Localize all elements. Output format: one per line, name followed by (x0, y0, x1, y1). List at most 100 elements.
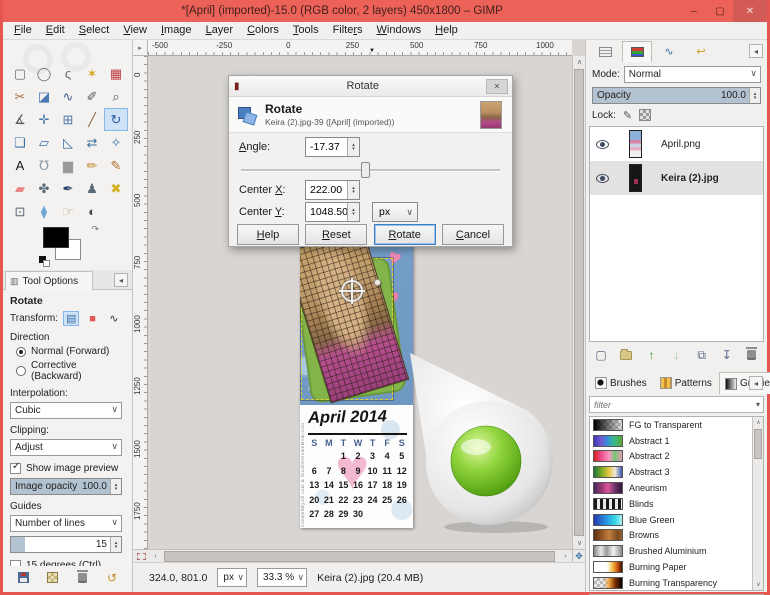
cage-transform-tool[interactable]: ✧ (104, 131, 128, 154)
channels-tab[interactable] (590, 41, 620, 62)
ruler-corner-button[interactable]: ▸ (133, 40, 148, 56)
save-tool-preset-button[interactable] (13, 569, 33, 586)
gradient-row[interactable]: Abstract 2 (590, 449, 763, 465)
spinner[interactable] (749, 88, 760, 103)
gradient-row[interactable]: Abstract 1 (590, 433, 763, 449)
gradient-row[interactable]: FG to Transparent (590, 417, 763, 433)
angle-slider[interactable] (241, 162, 500, 178)
rotation-center-crosshair[interactable] (339, 278, 365, 304)
eraser-tool[interactable]: ▰ (8, 177, 32, 200)
transform-selection-icon[interactable]: ■ (84, 311, 100, 326)
tool-options-tab[interactable]: ▥ Tool Options (5, 271, 93, 290)
measure-tool[interactable]: ∡ (8, 108, 32, 131)
show-preview-checkbox[interactable]: Show image preview (10, 461, 122, 474)
raise-layer-button[interactable]: ↑ (641, 347, 661, 364)
close-button[interactable]: ✕ (733, 0, 767, 22)
pencil-tool[interactable]: ✏ (80, 154, 104, 177)
swap-colors-icon[interactable]: ↷ (91, 224, 99, 235)
gradient-row[interactable]: Brushed Aluminium (590, 543, 763, 559)
rotate-button[interactable]: Rotate (373, 224, 436, 245)
gradient-row[interactable]: Browns (590, 528, 763, 544)
center-x-input[interactable]: 222.00 (305, 180, 360, 200)
spinner[interactable] (347, 138, 359, 156)
select-by-color-tool[interactable]: ▦ (104, 62, 128, 85)
dock-collapse-button[interactable]: ◂ (749, 44, 763, 58)
direction-corrective-radio[interactable]: Corrective (Backward) (16, 360, 122, 382)
spinner[interactable] (347, 181, 359, 199)
ink-tool[interactable]: ✒ (56, 177, 80, 200)
lock-pixels-icon[interactable]: ✎ (623, 109, 632, 122)
duplicate-layer-button[interactable]: ⧉ (692, 347, 712, 364)
menu-file[interactable]: File (7, 22, 39, 39)
menu-help[interactable]: Help (428, 22, 465, 39)
April.png[interactable]: April.png (590, 127, 763, 161)
zoom-tool[interactable]: ⌕ (104, 85, 128, 108)
layer-name[interactable]: Keira (2).jpg (661, 173, 719, 184)
blur-sharpen-tool[interactable]: ⧫ (32, 200, 56, 223)
vertical-scrollbar[interactable]: ∧ ∨ (572, 56, 585, 549)
paths-tool[interactable]: ∿ (56, 85, 80, 108)
layers-tab[interactable] (622, 41, 652, 62)
gradient-row[interactable]: Abstract 3 (590, 464, 763, 480)
image-opacity-slider[interactable]: Image opacity 100.0 (10, 478, 122, 495)
menu-edit[interactable]: Edit (39, 22, 72, 39)
minimize-button[interactable]: – (681, 0, 707, 22)
scroll-right-icon[interactable]: › (559, 553, 572, 560)
delete-tool-preset-button[interactable] (72, 569, 92, 586)
reset-tool-preset-button[interactable]: ↺ (102, 569, 122, 586)
gradient-filter-input[interactable] (590, 399, 756, 410)
interpolation-select[interactable]: Cubic (10, 402, 122, 419)
dialog-close-icon[interactable]: ✕ (486, 78, 508, 94)
direction-normal-radio[interactable]: Normal (Forward) (16, 346, 122, 357)
new-group-button[interactable] (616, 347, 636, 364)
unit-select[interactable]: px (217, 568, 247, 587)
menu-filters[interactable]: Filters (326, 22, 370, 39)
restore-tool-preset-button[interactable] (43, 569, 63, 586)
reset-button[interactable]: Reset (305, 224, 368, 245)
dodge-burn-tool[interactable]: ◐ (80, 200, 104, 223)
horizontal-scrollbar[interactable] (162, 550, 559, 562)
menu-layer[interactable]: Layer (199, 22, 241, 39)
navigation-button[interactable]: ✥ (572, 549, 585, 562)
vertical-scroll-thumb[interactable] (574, 69, 584, 536)
guides-type-select[interactable]: Number of lines (10, 515, 122, 532)
gradient-row[interactable]: Burning Transparency (590, 575, 763, 590)
clipping-select[interactable]: Adjust (10, 439, 122, 456)
menu-windows[interactable]: Windows (370, 22, 429, 39)
menu-select[interactable]: Select (72, 22, 117, 39)
smudge-tool[interactable]: ☞ (56, 200, 80, 223)
transform-layer-icon[interactable]: ▤ (62, 311, 80, 326)
crop-tool[interactable]: ╱ (80, 108, 104, 131)
spinner[interactable] (110, 479, 121, 494)
menu-view[interactable]: View (116, 22, 154, 39)
gradient-row[interactable]: Aneurism (590, 480, 763, 496)
spinner[interactable] (110, 537, 121, 552)
layer-opacity-slider[interactable]: Opacity 100.0 (592, 87, 761, 104)
gradient-row[interactable]: Blinds (590, 496, 763, 512)
fuzzy-select-tool[interactable]: ✶ (80, 62, 104, 85)
perspective-clone-tool[interactable]: ⊡ (8, 200, 32, 223)
unit-select[interactable]: px (372, 202, 418, 222)
menu-image[interactable]: Image (154, 22, 199, 39)
scroll-down-icon[interactable]: ∨ (753, 579, 763, 590)
center-y-input[interactable]: 1048.50 (305, 202, 360, 222)
anchor-layer-button[interactable]: ↧ (717, 347, 737, 364)
color-picker-tool[interactable]: ✐ (80, 85, 104, 108)
paintbrush-tool[interactable]: ✎ (104, 154, 128, 177)
text-tool[interactable]: A (8, 154, 32, 177)
flip-tool[interactable]: ⇄ (80, 131, 104, 154)
quick-mask-button[interactable] (133, 550, 149, 562)
ellipse-select-tool[interactable]: ◯ (32, 62, 56, 85)
tab-patterns[interactable]: Patterns (654, 372, 718, 394)
zoom-select[interactable]: 33.3 % (256, 568, 308, 587)
perspective-tool[interactable]: ◺ (56, 131, 80, 154)
gradient-row[interactable]: Blue Green (590, 512, 763, 528)
scale-tool[interactable]: ❏ (8, 131, 32, 154)
new-layer-button[interactable]: ▢ (591, 347, 611, 364)
menu-tools[interactable]: Tools (286, 22, 326, 39)
layer-name[interactable]: April.png (661, 139, 700, 150)
scissors-select-tool[interactable]: ✂ (8, 85, 32, 108)
shear-tool[interactable]: ▱ (32, 131, 56, 154)
clone-tool[interactable]: ♟ (80, 177, 104, 200)
blend-tool[interactable]: ▆ (56, 154, 80, 177)
